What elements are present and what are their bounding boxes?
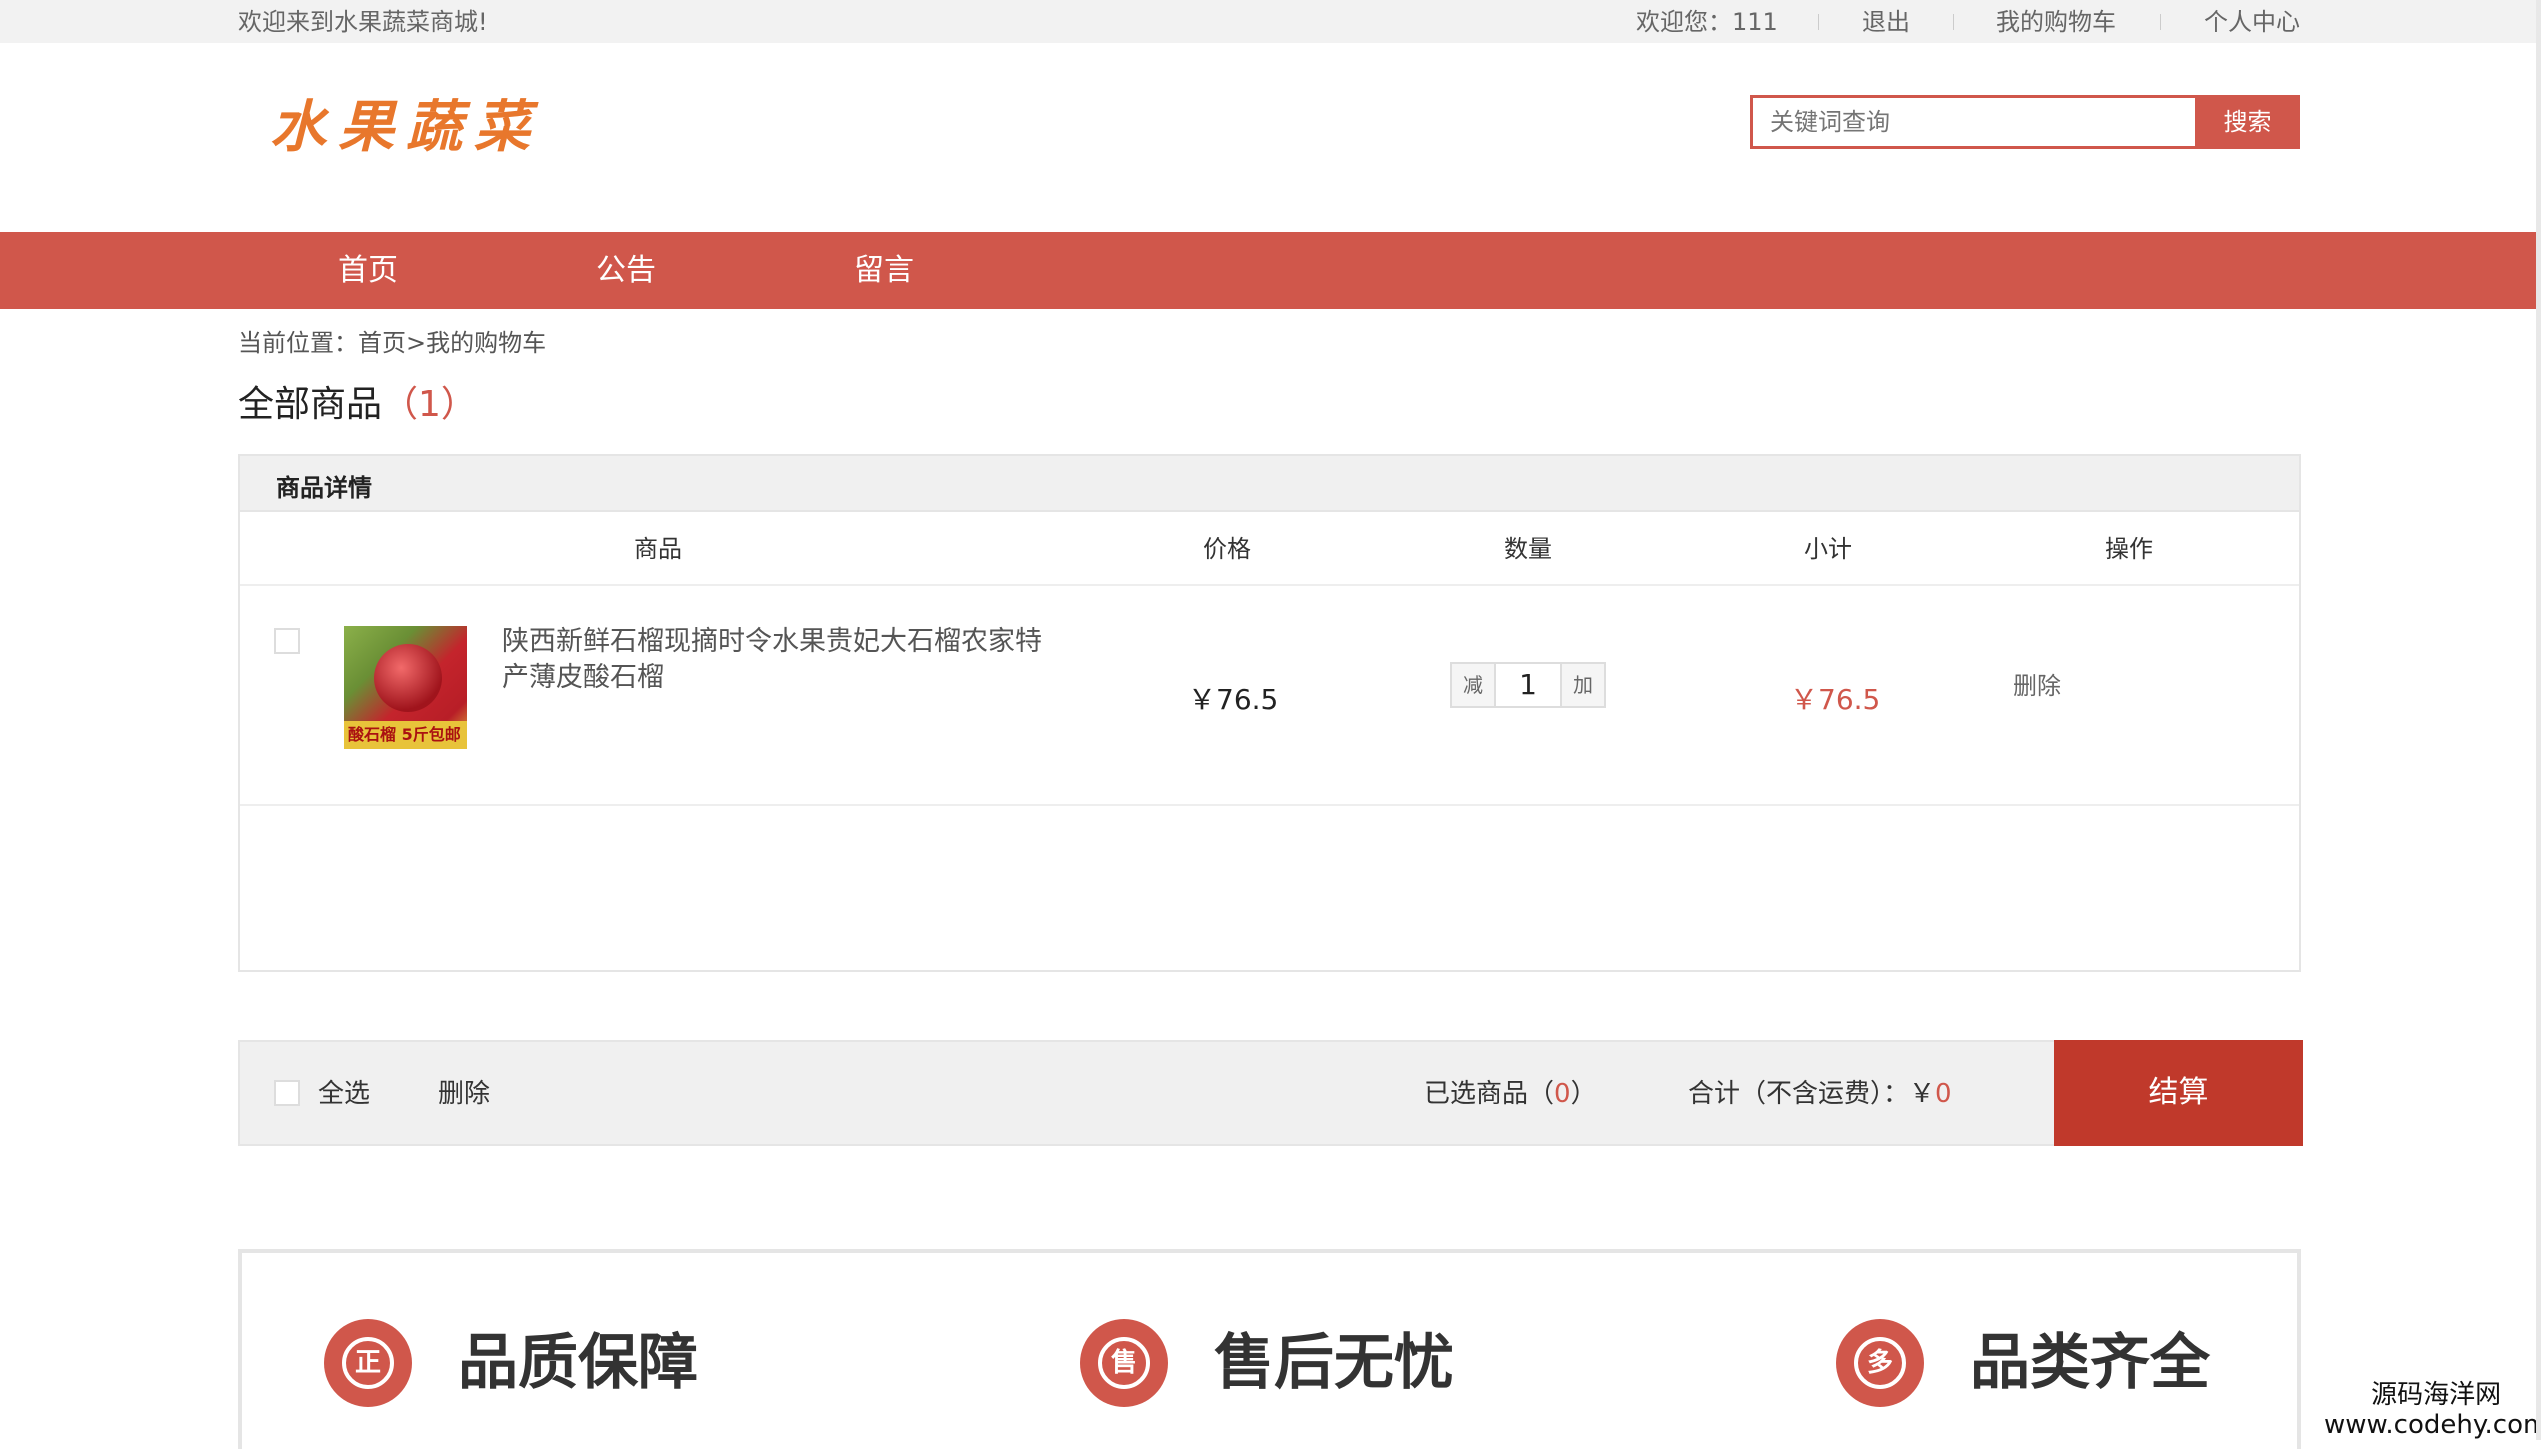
- variety-shield-icon: 多: [1836, 1319, 1924, 1407]
- guarantee-quality-text: 品质保障: [458, 1328, 698, 1398]
- column-header-price: 价格: [1203, 535, 1251, 563]
- divider: [240, 804, 2299, 806]
- select-all-checkbox[interactable]: [274, 1080, 300, 1106]
- variety-icon-glyph: 多: [1854, 1337, 1906, 1389]
- item-subtotal: ￥76.5: [1790, 683, 1881, 716]
- after-sales-icon-glyph: 售: [1098, 1337, 1150, 1389]
- nav-item-message[interactable]: 留言: [854, 232, 914, 309]
- selected-suffix: ）: [1570, 1079, 1597, 1109]
- column-header-action: 操作: [2105, 535, 2153, 563]
- divider: [1953, 14, 1954, 30]
- after-sales-shield-icon: 售: [1080, 1319, 1168, 1407]
- column-header-subtotal: 小计: [1804, 535, 1852, 563]
- scrollbar[interactable]: [2536, 0, 2541, 1440]
- quantity-value[interactable]: 1: [1496, 664, 1560, 706]
- guarantee-after-sales-text: 售后无忧: [1214, 1328, 1454, 1398]
- selected-label: 已选商品（: [1424, 1079, 1555, 1109]
- cart-panel-header: 商品详情: [240, 456, 2299, 512]
- column-header-product: 商品: [634, 535, 682, 563]
- quality-icon-glyph: 正: [342, 1337, 394, 1389]
- service-guarantees: 正 品质保障 售 售后无忧 多 品类齐全: [238, 1249, 2301, 1449]
- total-label: 合计（不含运费）：￥: [1688, 1079, 1936, 1109]
- watermark: 源码海洋网 www.codehy.com: [2320, 1380, 2541, 1440]
- welcome-text: 欢迎来到水果蔬菜商城!: [238, 8, 488, 36]
- divider: [240, 584, 2299, 586]
- select-all-label[interactable]: 全选: [318, 1076, 370, 1112]
- top-bar: 欢迎来到水果蔬菜商城! 欢迎您：111 退出 我的购物车 个人中心: [0, 0, 2541, 43]
- search-input[interactable]: [1753, 98, 2197, 146]
- quality-badge-icon: 正: [324, 1319, 412, 1407]
- nav-item-home[interactable]: 首页: [338, 232, 398, 309]
- breadcrumb-prefix: 当前位置：: [238, 329, 358, 357]
- search-button[interactable]: 搜索: [2195, 95, 2300, 149]
- checkout-button[interactable]: 结算: [2054, 1040, 2303, 1146]
- quantity-stepper: 减 1 加: [1450, 662, 1606, 708]
- personal-center-link[interactable]: 个人中心: [2204, 6, 2300, 38]
- item-checkbox[interactable]: [274, 628, 300, 654]
- divider: [1818, 14, 1819, 30]
- product-name-link[interactable]: 陕西新鲜石榴现摘时令水果贵妃大石榴农家特产薄皮酸石榴: [502, 624, 1062, 696]
- logout-link[interactable]: 退出: [1862, 6, 1910, 38]
- product-image-label: 酸石榴 5斤包邮: [344, 721, 467, 749]
- quantity-increase-button[interactable]: 加: [1560, 664, 1604, 706]
- quantity-decrease-button[interactable]: 减: [1452, 664, 1496, 706]
- cart-table: 商品详情 商品 价格 数量 小计 操作 酸石榴 5斤包邮 陕西新鲜石榴现摘时令水…: [238, 454, 2301, 972]
- page-title: 全部商品（1）: [238, 380, 477, 430]
- breadcrumb-current: >我的购物车: [406, 329, 547, 357]
- nav-item-notice[interactable]: 公告: [596, 232, 656, 309]
- guarantee-variety-text: 品类齐全: [1970, 1328, 2210, 1398]
- total-value: 0: [1935, 1079, 1952, 1109]
- cart-summary-bar: 全选 删除 已选商品（0） 合计（不含运费）：￥0 结算: [238, 1040, 2303, 1146]
- site-logo[interactable]: 水果蔬菜: [270, 82, 542, 163]
- user-greeting: 欢迎您：111: [1636, 8, 1778, 36]
- cart-panel-title: 商品详情: [276, 474, 372, 502]
- product-image[interactable]: 酸石榴 5斤包邮: [344, 626, 467, 749]
- delete-selected-link[interactable]: 删除: [438, 1076, 490, 1112]
- my-cart-link[interactable]: 我的购物车: [1996, 6, 2116, 38]
- main-nav: 首页 公告 留言: [0, 232, 2541, 309]
- divider: [2160, 14, 2161, 30]
- watermark-name: 源码海洋网: [2371, 1380, 2502, 1410]
- cart-title: 全部商品: [238, 384, 383, 425]
- selected-items-summary: 已选商品（0）: [1424, 1076, 1597, 1112]
- pomegranate-image: [374, 644, 442, 712]
- selected-count: 0: [1554, 1079, 1571, 1109]
- total-summary: 合计（不含运费）：￥0: [1688, 1076, 1952, 1112]
- item-price: ￥76.5: [1188, 683, 1279, 716]
- breadcrumb-home-link[interactable]: 首页: [358, 329, 406, 357]
- watermark-url: www.codehy.com: [2324, 1410, 2541, 1440]
- breadcrumb: 当前位置：首页>我的购物车: [238, 326, 546, 360]
- delete-item-link[interactable]: 删除: [2013, 666, 2061, 701]
- search-box: [1750, 95, 2200, 149]
- cart-count: （1）: [382, 384, 477, 425]
- column-header-quantity: 数量: [1504, 535, 1552, 563]
